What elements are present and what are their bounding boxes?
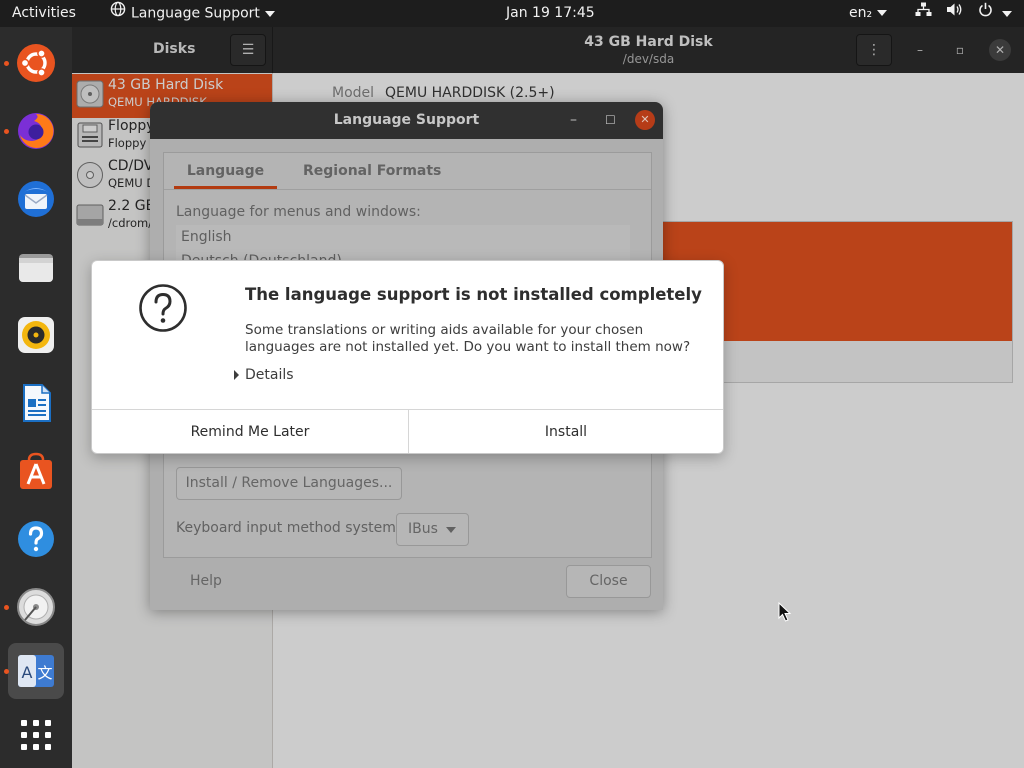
keyboard-layout-indicator[interactable]: en₂ — [849, 0, 888, 27]
running-indicator — [4, 61, 9, 66]
dock-ubuntu-software[interactable] — [8, 443, 64, 499]
activities-button[interactable]: Activities — [12, 0, 76, 27]
remind-me-later-button[interactable]: Remind Me Later — [92, 410, 409, 453]
dock: A文 — [0, 27, 72, 768]
app-menu-label: Language Support — [131, 5, 260, 22]
firefox-icon — [18, 113, 54, 149]
dock-ubuntu[interactable] — [4, 35, 64, 91]
top-bar: Activities Language Support Jan 19 17:45… — [0, 0, 1024, 27]
chevron-down-icon — [877, 10, 888, 16]
show-apps-icon — [21, 720, 51, 750]
ubuntu-software-icon — [20, 452, 52, 489]
details-expander[interactable]: Details — [234, 367, 294, 383]
running-indicator — [4, 605, 9, 610]
dialog-button-row: Remind Me Later Install — [92, 409, 723, 453]
mouse-pointer-icon — [778, 602, 792, 622]
dock-files[interactable] — [8, 239, 64, 295]
dock-libreoffice-writer[interactable] — [8, 375, 64, 431]
running-indicator — [4, 129, 9, 134]
language-not-installed-dialog: The language support is not installed co… — [91, 260, 724, 454]
app-menu[interactable]: Language Support — [110, 0, 275, 27]
dock-firefox[interactable] — [4, 103, 64, 159]
chevron-down-icon — [1001, 10, 1012, 17]
chevron-down-icon — [264, 10, 275, 17]
dialog-title: The language support is not installed co… — [245, 285, 702, 304]
files-icon — [19, 254, 53, 282]
details-label: Details — [245, 367, 294, 383]
dock-thunderbird[interactable] — [8, 171, 64, 227]
dock-disks[interactable] — [4, 579, 64, 635]
ubuntu-logo-icon — [17, 44, 55, 82]
dialog-message: Some translations or writing aids availa… — [245, 322, 691, 355]
show-applications-button[interactable] — [8, 707, 64, 763]
expander-arrow-icon — [234, 370, 239, 380]
install-button[interactable]: Install — [409, 410, 723, 453]
question-icon — [139, 284, 187, 332]
running-indicator — [4, 669, 9, 674]
volume-icon — [946, 0, 963, 27]
thunderbird-icon — [18, 181, 54, 217]
dock-language-support[interactable]: A文 — [4, 643, 64, 699]
dock-rhythmbox[interactable] — [8, 307, 64, 363]
globe-icon — [110, 0, 126, 27]
rhythmbox-icon — [18, 317, 54, 353]
help-icon — [18, 521, 54, 557]
clock[interactable]: Jan 19 17:45 — [506, 0, 595, 27]
libreoffice-writer-icon — [23, 384, 51, 422]
disks-icon — [17, 588, 55, 626]
svg-text:文: 文 — [37, 664, 52, 682]
network-icon — [915, 0, 932, 27]
system-menu[interactable] — [915, 0, 1012, 27]
dock-help[interactable] — [8, 511, 64, 567]
language-support-icon: A文 — [18, 655, 54, 687]
power-icon — [978, 0, 993, 27]
svg-text:A: A — [22, 663, 33, 682]
keyboard-layout-label: en₂ — [849, 5, 873, 21]
